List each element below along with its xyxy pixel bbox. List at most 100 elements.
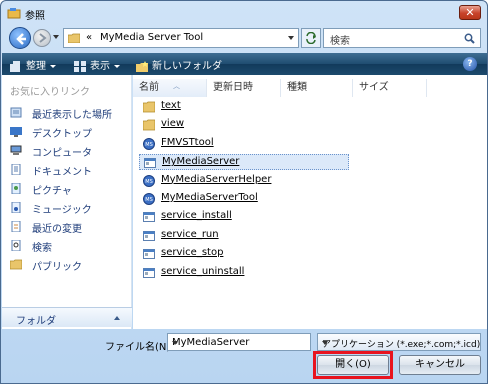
- file-row[interactable]: MS FMVSTtool: [139, 136, 259, 152]
- file-row[interactable]: service_uninstall: [139, 265, 259, 281]
- file-row[interactable]: MS MyMediaServerHelper: [139, 173, 271, 189]
- recent-places-icon: [10, 107, 22, 118]
- nav-item-label: デスクトップ: [32, 129, 92, 140]
- file-name[interactable]: MyMediaServer: [162, 156, 239, 167]
- cancel-button[interactable]: キャンセル: [399, 355, 481, 375]
- column-size[interactable]: サイズ: [353, 79, 427, 97]
- nav-item-label: ミュージック: [32, 205, 92, 216]
- executable-icon: [143, 249, 155, 260]
- svg-text:MS: MS: [145, 142, 153, 148]
- file-name[interactable]: service_run: [161, 229, 219, 240]
- search-box[interactable]: 検索: [323, 28, 481, 48]
- app-icon: [7, 8, 21, 19]
- file-name[interactable]: view: [161, 118, 184, 129]
- filetype-dropdown-icon: [322, 341, 328, 345]
- refresh-button[interactable]: [301, 28, 321, 48]
- recent-pages-dropdown[interactable]: [53, 35, 59, 39]
- organize-icon: [10, 60, 20, 72]
- organize-label: 整理: [26, 61, 46, 72]
- executable-icon: [144, 158, 156, 169]
- command-toolbar: 整理 表示 新しいフォルダ ?: [2, 53, 487, 75]
- executable-icon: [143, 230, 155, 241]
- views-caret-icon: [114, 64, 120, 68]
- search-placeholder[interactable]: 検索: [330, 32, 350, 47]
- column-name-label: 名前: [139, 82, 159, 93]
- new-folder-label: 新しいフォルダ: [152, 61, 222, 72]
- file-row[interactable]: MS MyMediaServerTool: [139, 191, 259, 207]
- folder-icon: [68, 33, 80, 43]
- computer-icon: [10, 145, 22, 155]
- folder-icon: [143, 119, 155, 131]
- organize-menu[interactable]: 整理: [10, 57, 56, 72]
- nav-item-label: 最近の変更: [32, 224, 82, 235]
- column-type[interactable]: 種類: [281, 79, 353, 97]
- application-icon: MS: [143, 174, 155, 187]
- title-bar: 参照 ✕: [1, 1, 487, 25]
- executable-icon: [143, 267, 155, 278]
- filename-dropdown-icon[interactable]: [172, 341, 178, 345]
- refresh-icon: [306, 32, 316, 44]
- forward-arrow-icon: [39, 33, 47, 43]
- application-icon: MS: [143, 193, 155, 205]
- forward-button[interactable]: [33, 29, 51, 47]
- column-name[interactable]: ︿ 名前: [133, 79, 207, 97]
- file-row[interactable]: text: [139, 99, 259, 115]
- file-row[interactable]: service_install: [139, 209, 259, 225]
- desktop-icon: [10, 127, 22, 137]
- column-modified[interactable]: 更新日時: [207, 79, 281, 97]
- expand-caret-icon: [114, 316, 120, 320]
- new-folder-icon: [136, 60, 148, 72]
- filetype-select[interactable]: アプリケーション (*.exe;*.com;*.icd): [317, 333, 481, 351]
- nav-item-label: ドキュメント: [32, 167, 92, 178]
- help-button[interactable]: ?: [463, 57, 477, 71]
- nav-item-label: パブリック: [32, 262, 82, 273]
- breadcrumb-path[interactable]: MyMedia Server Tool: [100, 32, 203, 43]
- recently-changed-icon: [11, 221, 21, 232]
- music-icon: [11, 202, 21, 213]
- public-icon: [10, 259, 22, 270]
- new-folder-button[interactable]: 新しいフォルダ: [136, 57, 222, 72]
- open-dialog: 参照 ✕ « MyMedia Server Tool 検索 整理 表示 新しいフ…: [0, 0, 488, 384]
- sort-ascending-icon: ︿: [173, 82, 180, 90]
- file-row-selected[interactable]: MyMediaServer: [139, 154, 349, 171]
- filename-value[interactable]: MyMediaServer: [172, 337, 249, 348]
- documents-icon: [11, 164, 21, 175]
- address-bar[interactable]: « MyMedia Server Tool: [63, 28, 299, 48]
- file-name[interactable]: MyMediaServerHelper: [161, 174, 271, 185]
- file-row[interactable]: view: [139, 117, 259, 133]
- favorite-links-header: お気に入りリンク: [10, 87, 90, 98]
- navigation-pane: お気に入りリンク 最近表示した場所 デスクトップ コンピュータ ドキュメント ピクチャミ…: [2, 75, 132, 329]
- address-dropdown-icon[interactable]: [288, 36, 294, 40]
- svg-text:MS: MS: [145, 197, 153, 203]
- close-button[interactable]: ✕: [459, 5, 481, 20]
- file-name[interactable]: service_stop: [161, 247, 223, 258]
- breadcrumb-chevron[interactable]: «: [86, 32, 92, 43]
- file-name[interactable]: text: [161, 100, 181, 111]
- filetype-value: アプリケーション (*.exe;*.com;*.icd): [322, 340, 481, 350]
- filename-label: ファイル名(N):: [105, 342, 174, 353]
- application-icon: MS: [143, 137, 155, 150]
- svg-text:MS: MS: [145, 179, 153, 185]
- folders-expander[interactable]: フォルダ: [2, 307, 132, 327]
- file-row[interactable]: service_stop: [139, 246, 259, 262]
- views-menu[interactable]: 表示: [74, 57, 120, 72]
- file-name[interactable]: service_install: [161, 210, 232, 221]
- file-name[interactable]: service_uninstall: [161, 266, 244, 277]
- searches-icon: [11, 240, 21, 251]
- nav-item-label: 検索: [32, 243, 52, 254]
- back-button[interactable]: [9, 27, 31, 49]
- executable-icon: [143, 212, 155, 223]
- nav-item-label: コンピュータ: [32, 148, 92, 159]
- filename-field[interactable]: MyMediaServer: [167, 333, 311, 351]
- window-title: 参照: [25, 11, 45, 22]
- folder-icon: [143, 101, 155, 113]
- file-row[interactable]: service_run: [139, 228, 259, 244]
- open-button[interactable]: 開く(O): [317, 355, 389, 375]
- file-name[interactable]: FMVSTtool: [161, 137, 214, 148]
- views-icon: [74, 60, 86, 72]
- folders-label: フォルダ: [16, 316, 56, 327]
- search-icon[interactable]: [464, 33, 475, 44]
- views-label: 表示: [90, 61, 110, 72]
- nav-item-label: 最近表示した場所: [32, 110, 112, 121]
- file-name[interactable]: MyMediaServerTool: [161, 192, 258, 203]
